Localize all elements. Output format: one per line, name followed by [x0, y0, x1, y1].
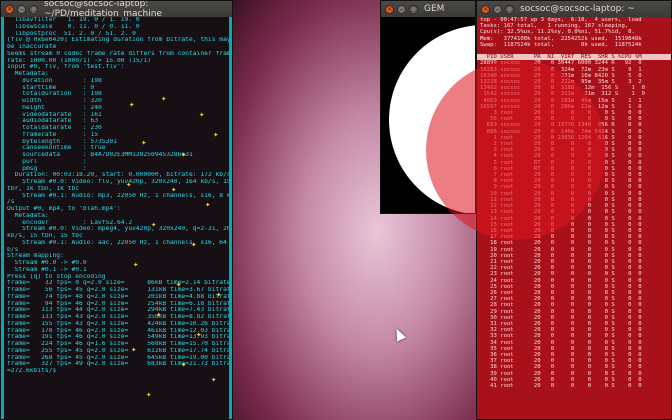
terminal-line: Stream #0.1: Audio: mp3, 22050 Hz, 1 cha…	[7, 192, 229, 199]
window-controls: × – □	[5, 4, 38, 14]
terminal-line: Input #0, flv, from 'test.flv':	[7, 64, 125, 71]
process-row[interactable]: 41 root 20 0 0 0 0 S 0 0	[477, 383, 671, 389]
window-title: GEM	[424, 4, 445, 14]
terminal-line: rate: 1000.00 (1000/1) -> 15.00 (15/1)	[7, 57, 152, 64]
terminal-line: Duration: 00:03:18.20, start: 0.000000, …	[7, 172, 229, 179]
terminal-line: frame= 94 fps= 46 q=2.0 size= 254kB time…	[7, 300, 229, 307]
terminal-line: kb/s, 15 tbn, 15 tbc	[7, 233, 83, 239]
terminal-line: pmsg :	[7, 165, 87, 172]
minimize-icon[interactable]: –	[17, 4, 26, 14]
terminal-line: Stream #0.1: Audio: aac, 22050 Hz, 1 cha…	[7, 239, 229, 246]
terminal-titlebar[interactable]: × – □ socsoc@socsoc-laptop: ~/PD/meditat…	[1, 1, 232, 19]
process-row[interactable]: 1542 socsoc 20 0 311m 21m 312 S 1 0	[477, 91, 671, 97]
window-controls: × – □	[385, 4, 418, 14]
terminal-line: frame= 113 fps= 44 q=2.0 size= 294kB tim…	[7, 307, 229, 314]
terminal-line: frame= 56 fps= 45 q=2.0 size= 131kB time…	[7, 287, 229, 293]
terminal-line: frame= 255 fps= 45 q=2.0 size= 612kB tim…	[7, 347, 229, 354]
terminal-line: Metadata:	[7, 212, 49, 219]
terminal-line: Press [q] to stop encoding	[7, 273, 106, 280]
gem-render-canvas[interactable]	[381, 17, 475, 213]
gem-window[interactable]: × – □ GEM	[380, 0, 476, 214]
terminal-line: frame= 133 fps= 43 q=2.0 size= 358kB tim…	[7, 314, 229, 320]
terminal-window-top[interactable]: × – □ socsoc@socsoc-laptop: ~ top - 00:4…	[476, 0, 672, 420]
terminal-line: Stream #0.0: Video: flv, yuv420p, 320x24…	[7, 179, 229, 185]
terminal-line: width : 320	[7, 98, 102, 104]
terminal-line: =272.6kbits/s	[7, 368, 57, 374]
terminal-line: Stream #0.0: Video: mpeg4, yuv420p, 320x…	[7, 226, 229, 233]
terminal-line: Seems stream 0 codec frame rate differs …	[7, 50, 229, 57]
terminal-line: frame= 32 fps= 0 q=2.0 size= 86kB time=2…	[7, 280, 229, 287]
terminal-line: tbr, 1k tbn, 1k tbc	[7, 185, 80, 192]
terminal-line: libswscale 0. 11. 0 / 0. 11. 0	[7, 23, 140, 30]
terminal-line: frame= 327 fps= 49 q=2.0 size= 683kB tim…	[7, 361, 229, 368]
terminal-line: b/s	[7, 246, 19, 253]
maximize-icon[interactable]: □	[29, 4, 38, 14]
terminal-line: frame= 224 fps= 46 q=1.6 size= 568kB tim…	[7, 341, 229, 347]
terminal-line: frame= 191 fps= 46 q=2.0 size= 549kB tim…	[7, 334, 229, 341]
terminal-line: frame= 74 fps= 48 q=2.0 size= 201kB time…	[7, 293, 229, 300]
window-controls: × – □	[481, 4, 514, 14]
terminal-line: libpostproc 51. 2. 0 / 51. 2. 0	[7, 30, 136, 37]
terminal-line: starttime : 0	[7, 84, 95, 91]
terminal-line: framerate : 15	[7, 131, 98, 138]
terminal-line: canseekontime : true	[7, 145, 106, 152]
terminal-line: duration : 198	[7, 77, 102, 84]
terminal-output[interactable]: libavfilter 1. 19. 0 / 1. 19. 0 libswsca…	[1, 17, 232, 419]
terminal-line: Metadata:	[7, 71, 49, 77]
close-icon[interactable]: ×	[385, 4, 394, 14]
gem-titlebar[interactable]: × – □ GEM	[381, 1, 475, 17]
close-icon[interactable]: ×	[481, 4, 490, 14]
window-title: socsoc@socsoc-laptop: ~	[520, 4, 635, 14]
terminal-line: encoder : Lavf52.64.2	[7, 219, 133, 226]
maximize-icon[interactable]: □	[409, 4, 418, 14]
terminal-line: purl :	[7, 158, 87, 165]
terminal-line: Output #0, mp4, to 'blah.mp4':	[7, 206, 121, 212]
terminal-window-ffmpeg[interactable]: × – □ socsoc@socsoc-laptop: ~/PD/meditat…	[0, 0, 233, 420]
terminal-line: be inaccurate	[7, 44, 57, 50]
close-icon[interactable]: ×	[5, 4, 14, 14]
terminal-line: videodatarate : 161	[7, 111, 102, 118]
terminal-line: totalduration : 198	[7, 91, 102, 98]
top-summary-line: Swap: 1187524k total, 0k used, 1187524k	[480, 41, 642, 48]
terminal-line: frame= 268 fps= 45 q=2.0 size= 645kB tim…	[7, 354, 229, 361]
top-summary-line: Mem: 3774100k total, 2254252k used, 1519…	[480, 35, 642, 42]
terminal-line: totaldatarate : 230	[7, 125, 102, 131]
terminal-line: sourcedata : B4A7D02E3MM1282509453286631	[7, 152, 193, 158]
terminal-line: libavfilter 1. 19. 0 / 1. 19. 0	[7, 17, 140, 23]
terminal-line: bytelength : 5735301	[7, 138, 117, 145]
minimize-icon[interactable]: –	[397, 4, 406, 14]
terminal-line: height : 240	[7, 104, 102, 111]
minimize-icon[interactable]: –	[493, 4, 502, 14]
maximize-icon[interactable]: □	[505, 4, 514, 14]
terminal-line: frame= 178 fps= 46 q=2.0 size= 461kB tim…	[7, 327, 229, 334]
terminal-line: /s	[7, 199, 15, 206]
terminal-line: [flv @ 0x6e0420] Estimating duration fro…	[7, 37, 229, 44]
terminal-titlebar[interactable]: × – □ socsoc@socsoc-laptop: ~	[477, 1, 671, 17]
terminal-line: Stream mapping:	[7, 253, 64, 260]
terminal-line: audiodatarate : 63	[7, 118, 98, 125]
terminal-line: frame= 155 fps= 43 q=2.0 size= 424kB tim…	[7, 320, 229, 327]
white-disc	[389, 25, 475, 213]
terminal-line: Stream #0.0 -> #0.0	[7, 260, 87, 266]
top-output[interactable]: top - 00:47:57 up 3 days, 6:18, 4 users,…	[477, 17, 671, 419]
terminal-line: Stream #0.1 -> #0.1	[7, 266, 87, 273]
